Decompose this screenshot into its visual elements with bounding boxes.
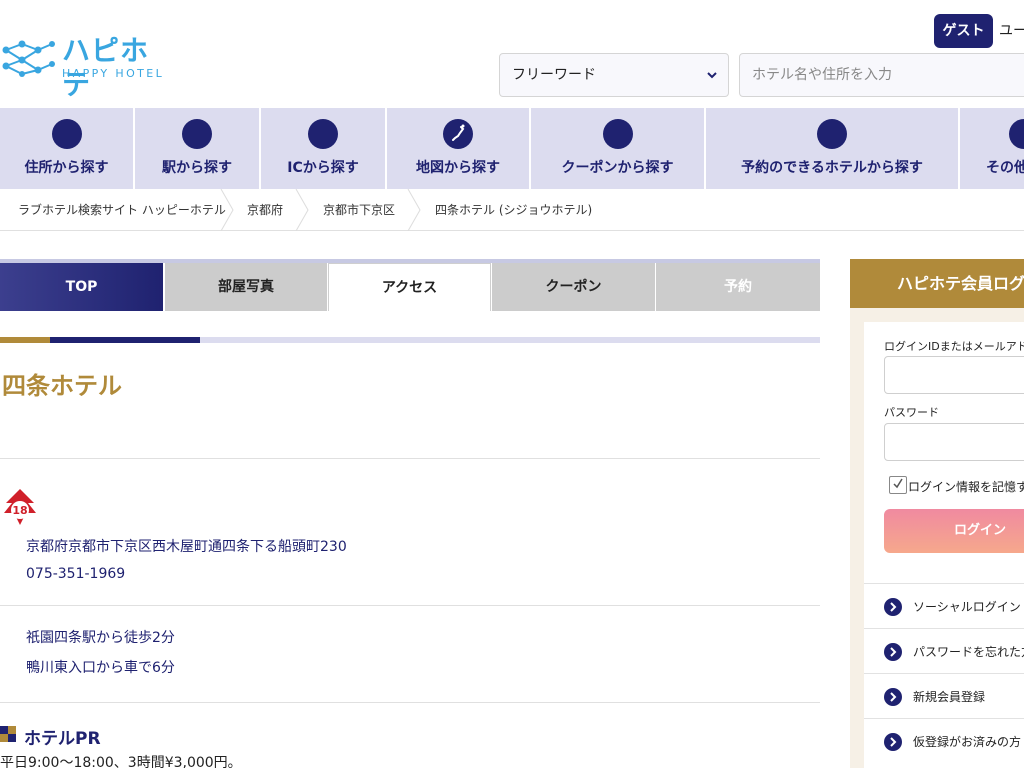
nav-reservable-icon — [817, 119, 847, 149]
link-label: 仮登録がお済みの方 — [913, 735, 1022, 749]
chevron-right-icon — [884, 733, 902, 751]
hotel-pr-text: 平日9:00〜18:00、3時間¥3,000円。 — [0, 755, 242, 768]
japan-map-icon — [443, 119, 473, 149]
login-id-input[interactable] — [884, 356, 1024, 394]
tab-room-photos[interactable]: 部屋写真 — [165, 263, 327, 311]
register-link[interactable]: 新規会員登録 — [864, 673, 1024, 718]
search-type-value: フリーワード — [512, 67, 596, 83]
nav-item-station[interactable]: 駅から探す — [135, 108, 261, 189]
tab-reserve[interactable]: 予約 — [656, 263, 820, 311]
nav-item-label: 予約のできるホテルから探す — [741, 160, 923, 176]
login-button[interactable]: ログイン — [884, 509, 1024, 553]
breadcrumb: ラブホテル検索サイト ハッピーホテル 京都府 京都市下京区 四条ホテル (シジョ… — [0, 189, 1024, 231]
nav-station-icon — [182, 119, 212, 149]
hotel-address: 京都府京都市下京区西木屋町通四条下る船頭町230 — [26, 539, 347, 555]
nav-ic-icon — [308, 119, 338, 149]
happy-hotel-logo[interactable]: ハピホテ HAPPY HOTEL — [0, 34, 175, 101]
nav-item-label: ICから探す — [287, 160, 359, 176]
tab-access[interactable]: アクセス — [328, 263, 491, 311]
breadcrumb-item-current: 四条ホテル (シジョウホテル) — [435, 203, 593, 217]
chevron-right-icon — [884, 688, 902, 706]
chevron-right-icon — [295, 189, 309, 231]
divider — [0, 458, 820, 459]
access-station: 祇園四条駅から徒歩2分 — [26, 630, 175, 646]
logo-text-en: HAPPY HOTEL — [62, 67, 165, 80]
remember-checkbox[interactable] — [889, 476, 907, 494]
chevron-right-icon — [884, 598, 902, 616]
nav-item-label: クーポンから探す — [561, 160, 674, 176]
nav-item-coupon[interactable]: クーポンから探す — [531, 108, 706, 189]
breadcrumb-item[interactable]: 京都府 — [247, 189, 283, 231]
hotel-pr-title: ホテルPR — [24, 729, 101, 749]
nav-item-map[interactable]: 地図から探す — [387, 108, 531, 189]
link-label: パスワードを忘れた方 — [913, 645, 1024, 659]
nav-item-label: 地図から探す — [416, 160, 500, 176]
nav-coupon-icon — [602, 119, 633, 149]
chevron-right-icon — [220, 189, 234, 231]
nav-address-icon — [51, 119, 82, 149]
password-label: パスワード — [884, 406, 939, 419]
remember-label: ログイン情報を記憶す — [908, 480, 1024, 494]
hotel-name: 四条ホテル — [2, 372, 122, 400]
user-label[interactable]: ユー — [999, 14, 1024, 48]
breadcrumb-item[interactable]: 京都市下京区 — [323, 189, 395, 231]
login-panel-title: ハピホテ会員ログ — [850, 259, 1024, 308]
provisional-registered-link[interactable]: 仮登録がお済みの方 — [864, 718, 1024, 763]
chevron-down-icon — [707, 72, 717, 79]
tab-coupon[interactable]: クーポン — [492, 263, 655, 311]
nav-other-icon — [1009, 119, 1024, 149]
divider — [0, 702, 820, 703]
tab-top[interactable]: TOP — [0, 263, 163, 311]
access-car: 鴨川東入口から車で6分 — [26, 660, 175, 676]
nav-item-other[interactable]: その他 — [960, 108, 1024, 189]
search-input[interactable] — [739, 53, 1024, 97]
progress-segment-gold — [0, 337, 50, 343]
search-nav: 住所から探す 駅から探す ICから探す 地図から探す クーポンから探す 予約ので… — [0, 108, 1024, 189]
check-icon — [893, 478, 903, 489]
hotel-phone[interactable]: 075-351-1969 — [26, 566, 125, 582]
nav-item-label: 駅から探す — [162, 160, 232, 176]
nav-item-ic[interactable]: ICから探す — [261, 108, 387, 189]
section-progress-bar — [0, 337, 820, 343]
social-login-link[interactable]: ソーシャルログイン — [864, 583, 1024, 628]
password-input[interactable] — [884, 423, 1024, 461]
progress-segment-navy — [50, 337, 200, 343]
nav-item-address[interactable]: 住所から探す — [0, 108, 135, 189]
link-label: ソーシャルログイン — [913, 600, 1021, 614]
breadcrumb-item[interactable]: ラブホテル検索サイト ハッピーホテル — [18, 189, 226, 231]
guest-badge[interactable]: ゲスト — [934, 14, 993, 48]
nav-item-reservable[interactable]: 予約のできるホテルから探す — [706, 108, 960, 189]
chevron-right-icon — [407, 189, 421, 231]
r18-badge-text: 18 — [12, 504, 27, 517]
forgot-password-link[interactable]: パスワードを忘れた方 — [864, 628, 1024, 673]
link-label: 新規会員登録 — [913, 690, 986, 704]
r18-badge-icon: 18 — [4, 489, 36, 525]
header: ハピホテ HAPPY HOTEL ゲスト ユー フリーワード — [0, 0, 1024, 108]
search-type-select[interactable]: フリーワード — [499, 53, 729, 97]
nav-item-label: その他 — [986, 160, 1024, 176]
chevron-right-icon — [884, 643, 902, 661]
nav-item-label: 住所から探す — [24, 160, 109, 176]
pr-heading-icon — [0, 726, 16, 742]
login-id-label: ログインIDまたはメールアドレ — [884, 340, 1024, 353]
network-logo-icon — [2, 40, 55, 77]
hotel-tabs: TOP 部屋写真 アクセス クーポン 予約 — [0, 259, 820, 312]
divider — [0, 605, 820, 606]
